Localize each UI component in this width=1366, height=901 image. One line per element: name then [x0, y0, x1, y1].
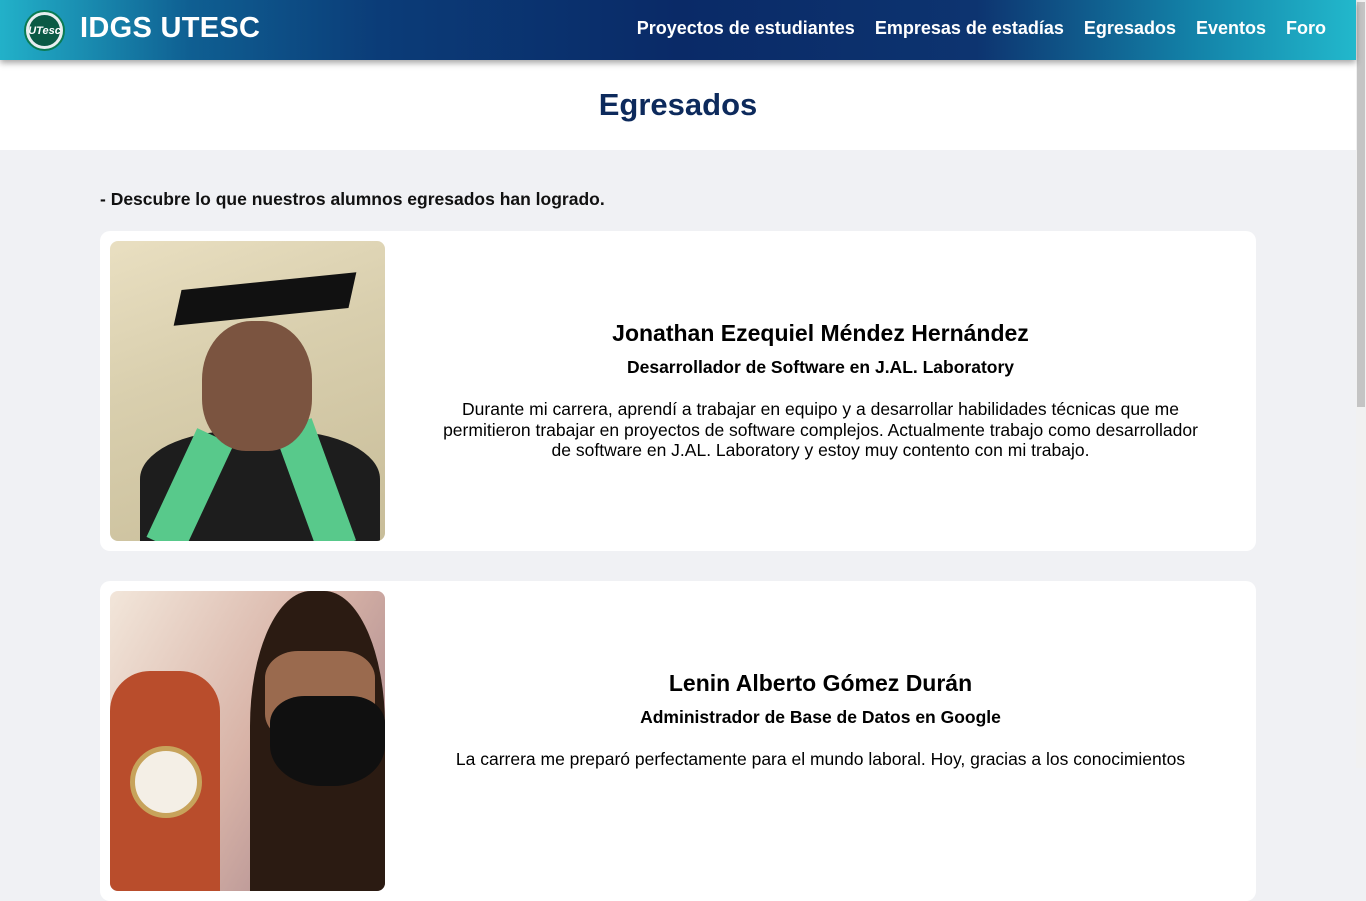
utesc-logo-icon[interactable]: UTesc	[24, 10, 65, 51]
graduate-description: Durante mi carrera, aprendí a trabajar e…	[443, 399, 1198, 460]
nav-link-foro[interactable]: Foro	[1286, 18, 1326, 39]
graduate-role: Desarrollador de Software en J.AL. Labor…	[626, 357, 1015, 377]
intro-text: - Descubre lo que nuestros alumnos egres…	[100, 189, 605, 209]
photo-face-shape	[202, 321, 312, 451]
graduate-description: La carrera me preparó perfectamente para…	[455, 749, 1186, 769]
graduate-card: Jonathan Ezequiel Méndez Hernández Desar…	[100, 231, 1256, 551]
graduate-photo	[110, 591, 385, 891]
photo-cap-shape	[173, 272, 357, 326]
page-header: Egresados	[0, 60, 1356, 150]
nav-link-egresados[interactable]: Egresados	[1084, 18, 1176, 39]
scrollbar-thumb[interactable]	[1357, 2, 1365, 407]
nav-link-eventos[interactable]: Eventos	[1196, 18, 1266, 39]
logo-mark: UTesc	[28, 15, 61, 46]
nav-link-proyectos[interactable]: Proyectos de estudiantes	[637, 18, 855, 39]
graduate-photo	[110, 241, 385, 541]
photo-mask-shape	[270, 696, 385, 786]
graduate-name: Lenin Alberto Gómez Durán	[668, 670, 973, 696]
top-navbar: UTesc IDGS UTESC Proyectos de estudiante…	[0, 0, 1356, 60]
main-nav: Proyectos de estudiantes Empresas de est…	[637, 18, 1326, 39]
page-title: Egresados	[598, 87, 758, 122]
graduate-role: Administrador de Base de Datos en Google	[640, 707, 1001, 727]
page-scrollbar[interactable]	[1356, 0, 1366, 768]
graduate-card: Lenin Alberto Gómez Durán Administrador …	[100, 581, 1256, 901]
photo-clock-shape	[130, 746, 202, 818]
graduate-info: Jonathan Ezequiel Méndez Hernández Desar…	[385, 231, 1256, 551]
graduate-info: Lenin Alberto Gómez Durán Administrador …	[385, 581, 1256, 901]
graduate-name: Jonathan Ezequiel Méndez Hernández	[612, 320, 1029, 346]
nav-link-empresas[interactable]: Empresas de estadías	[875, 18, 1064, 39]
brand-title[interactable]: IDGS UTESC	[80, 12, 260, 45]
